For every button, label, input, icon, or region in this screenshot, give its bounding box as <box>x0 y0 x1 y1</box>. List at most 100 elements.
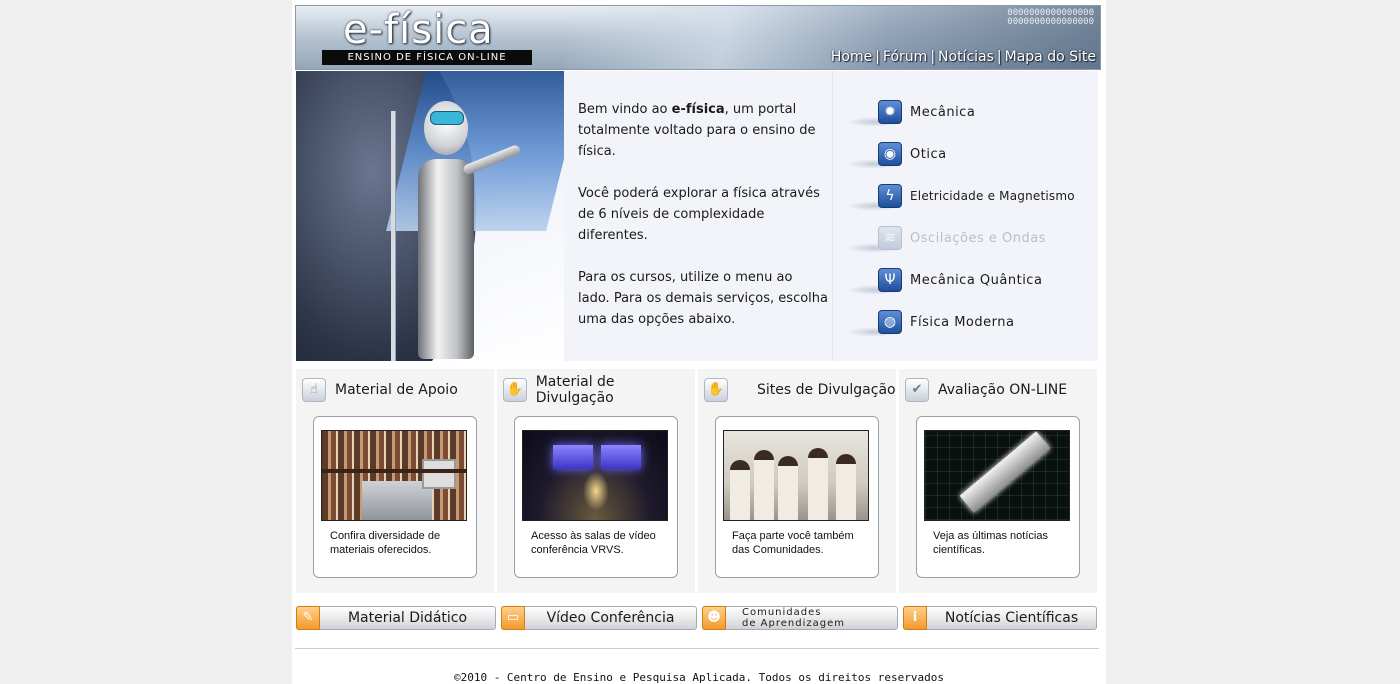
hero-divider <box>832 71 833 361</box>
section-card[interactable]: Veja as últimas notícias científicas. <box>916 416 1080 578</box>
community-thumbnail[interactable] <box>723 430 869 521</box>
video-conferencia-button[interactable]: ▭ Vídeo Conferência <box>501 605 697 630</box>
section-sites-de-divulgacao: ✋ Sites de Divulgação Faça parte você ta… <box>698 369 896 593</box>
section-title: Material de Divulgação <box>535 374 615 406</box>
handshake-icon: ✋ <box>503 378 527 402</box>
footer-divider <box>295 648 1099 649</box>
course-label: Oscilações e Ondas <box>910 230 1046 246</box>
info-icon: i <box>903 605 927 630</box>
course-label: Física Moderna <box>910 314 1015 330</box>
top-navigation: Home | Fórum | Notícias | Mapa do Site <box>831 49 1096 65</box>
nav-separator: | <box>930 49 936 65</box>
site-header: 0000000000000000 0000000000000000 e-físi… <box>295 5 1101 70</box>
course-label: Otica <box>910 146 947 162</box>
noticias-cientificas-button[interactable]: i Notícias Científicas <box>903 605 1097 630</box>
screen-graphic <box>553 445 593 469</box>
person-graphic <box>836 454 856 520</box>
welcome-text: Bem vindo ao e-física, um portal totalme… <box>578 99 828 351</box>
section-title: Sites de Divulgação <box>757 382 896 398</box>
welcome-intro: Bem vindo ao <box>578 102 672 117</box>
person-graphic <box>730 460 750 520</box>
checkmark-icon: ✔ <box>905 378 929 402</box>
person-graphic <box>808 448 828 520</box>
satellite-graphic <box>959 431 1051 513</box>
instructions-paragraph: Para os cursos, utilize o menu ao lado. … <box>578 270 828 327</box>
services-sections: ☝ Material de Apoio Confira diversidade … <box>296 369 1100 593</box>
bottom-button-bar: ✎ Material Didático ▭ Vídeo Conferência … <box>296 605 1100 632</box>
section-title: Material de Apoio <box>335 382 458 398</box>
welcome-brand: e-física <box>671 102 725 117</box>
header-binary-digits: 0000000000000000 0000000000000000 <box>1007 8 1094 27</box>
nav-noticias-link[interactable]: Notícias <box>938 49 994 65</box>
video-icon: ▭ <box>501 605 525 630</box>
course-label: Mecânica <box>910 104 976 120</box>
section-card[interactable]: Confira diversidade de materiais ofereci… <box>313 416 477 578</box>
hero-section: Bem vindo ao e-física, um portal totalme… <box>296 71 1098 361</box>
nav-home-link[interactable]: Home <box>831 49 872 65</box>
gear-icon: ✹ <box>878 100 902 124</box>
button-label-line2: de Aprendizagem <box>742 618 845 629</box>
lightning-icon: ϟ <box>878 184 902 208</box>
light-graphic <box>583 471 609 511</box>
screen-graphic <box>601 445 641 469</box>
people-icon: ☻ <box>702 605 726 630</box>
site-logo[interactable]: e-física <box>343 8 494 52</box>
course-label: Eletricidade e Magnetismo <box>910 189 1075 203</box>
monitor-graphic <box>422 459 456 489</box>
course-item-otica[interactable]: ◉ Otica <box>846 133 1096 175</box>
handshake-icon: ✋ <box>704 378 728 402</box>
course-item-fisica-moderna[interactable]: ◍ Física Moderna <box>846 301 1096 343</box>
section-header[interactable]: ☝ Material de Apoio <box>302 377 458 403</box>
material-didatico-button[interactable]: ✎ Material Didático <box>296 605 496 630</box>
nav-separator: | <box>996 49 1002 65</box>
levels-paragraph: Você poderá explorar a física através de… <box>578 186 820 243</box>
library-thumbnail[interactable] <box>321 430 467 521</box>
course-item-mecanica-quantica[interactable]: Ψ Mecânica Quântica <box>846 259 1096 301</box>
eye-icon: ◉ <box>878 142 902 166</box>
section-header[interactable]: ✋ Material de Divulgação <box>503 374 695 406</box>
conference-room-thumbnail[interactable] <box>522 430 668 521</box>
psi-icon: Ψ <box>878 268 902 292</box>
nav-separator: | <box>875 49 880 65</box>
site-logo-subtitle: ENSINO DE FÍSICA ON-LINE <box>322 50 532 65</box>
section-material-de-divulgacao: ✋ Material de Divulgação Acesso às salas… <box>497 369 695 593</box>
section-avaliacao-online: ✔ Avaliação ON-LINE Veja as últimas notí… <box>899 369 1097 593</box>
hand-pointer-icon: ☝ <box>302 378 326 402</box>
course-item-oscilacoes-ondas: ≋ Oscilações e Ondas <box>846 217 1096 259</box>
button-label: Comunidades de Aprendizagem <box>726 607 897 629</box>
course-item-eletricidade-magnetismo[interactable]: ϟ Eletricidade e Magnetismo <box>846 175 1096 217</box>
wave-icon: ≋ <box>878 226 902 250</box>
scientist-figure <box>418 159 474 359</box>
section-header[interactable]: ✋ Sites de Divulgação <box>704 377 896 403</box>
section-material-de-apoio: ☝ Material de Apoio Confira diversidade … <box>296 369 494 593</box>
footer-copyright: ©2010 - Centro de Ensino e Pesquisa Apli… <box>453 671 945 684</box>
page-container: 0000000000000000 0000000000000000 e-físi… <box>292 0 1106 684</box>
section-description: Acesso às salas de vídeo conferência VRV… <box>531 530 656 556</box>
button-label: Vídeo Conferência <box>546 610 675 626</box>
button-label: Notícias Científicas <box>944 610 1079 626</box>
goggles-graphic <box>430 111 464 125</box>
satellite-thumbnail[interactable] <box>924 430 1070 521</box>
course-menu: ✹ Mecânica ◉ Otica ϟ Eletricidade e Magn… <box>846 91 1096 343</box>
section-card[interactable]: Faça parte você também das Comunidades. <box>715 416 879 578</box>
person-graphic <box>778 456 798 520</box>
frame-graphic <box>391 111 396 361</box>
course-item-mecanica[interactable]: ✹ Mecânica <box>846 91 1096 133</box>
section-description: Confira diversidade de materiais ofereci… <box>330 530 441 556</box>
nav-forum-link[interactable]: Fórum <box>883 49 927 65</box>
globe-icon: ◍ <box>878 310 902 334</box>
comunidades-de-aprendizagem-button[interactable]: ☻ Comunidades de Aprendizagem <box>702 605 898 630</box>
pencil-icon: ✎ <box>296 605 320 630</box>
section-title: Avaliação ON-LINE <box>938 382 1068 398</box>
welcome-paragraph: Bem vindo ao e-física, um portal totalme… <box>578 99 828 162</box>
section-header[interactable]: ✔ Avaliação ON-LINE <box>905 377 1067 403</box>
hero-scientist-illustration <box>296 71 564 361</box>
course-label: Mecânica Quântica <box>910 272 1043 288</box>
section-description: Faça parte você também das Comunidades. <box>732 530 854 556</box>
nav-mapa-do-site-link[interactable]: Mapa do Site <box>1005 49 1096 65</box>
person-graphic <box>754 450 774 520</box>
section-card[interactable]: Acesso às salas de vídeo conferência VRV… <box>514 416 678 578</box>
button-label-line1: Comunidades <box>742 607 822 618</box>
button-label: Material Didático <box>347 610 468 626</box>
scientist-head <box>424 101 468 155</box>
